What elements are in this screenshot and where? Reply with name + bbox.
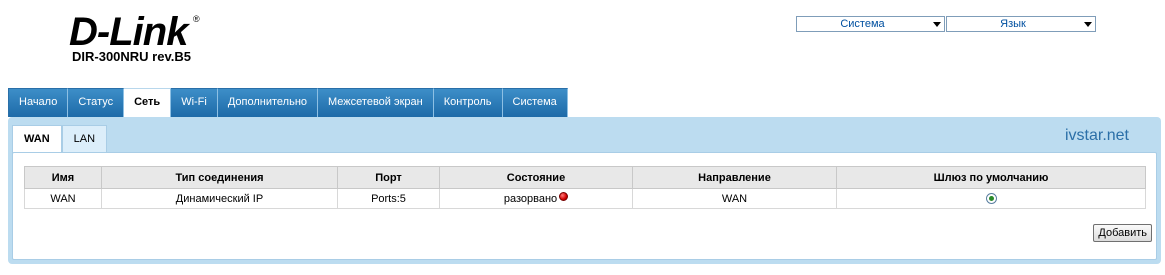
language-select[interactable]: Язык — [946, 16, 1096, 32]
site-watermark: ivstar.net — [1064, 127, 1129, 144]
system-select-value: Система — [840, 18, 885, 30]
table-header-row: Имя Тип соединения Порт Состояние Направ… — [24, 166, 1146, 189]
chevron-down-icon — [1084, 22, 1092, 27]
cell-direction: WAN — [632, 188, 837, 209]
cell-name: WAN — [24, 188, 102, 209]
state-text: разорвано — [503, 193, 558, 205]
default-gateway-radio[interactable] — [985, 193, 997, 205]
cell-type: Динамический IP — [101, 188, 338, 209]
cell-state: разорвано — [439, 188, 633, 209]
system-select[interactable]: Система — [796, 16, 945, 32]
tab-start[interactable]: Начало — [8, 88, 69, 117]
registered-mark: ® — [193, 14, 200, 24]
chevron-down-icon — [933, 22, 941, 27]
tab-advanced[interactable]: Дополнительно — [217, 88, 319, 117]
col-state: Состояние — [439, 166, 633, 189]
cell-port: Ports:5 — [337, 188, 440, 209]
add-button[interactable]: Добавить — [1093, 224, 1152, 242]
tab-status[interactable]: Статус — [68, 88, 125, 117]
tab-system[interactable]: Система — [502, 88, 568, 117]
subtab-wan[interactable]: WAN — [12, 125, 62, 153]
language-select-value: Язык — [1000, 18, 1026, 30]
subtab-lan[interactable]: LAN — [61, 125, 108, 152]
status-disconnected-icon — [559, 192, 569, 201]
col-default-gateway: Шлюз по умолчанию — [836, 166, 1146, 189]
table-row[interactable]: WAN Динамический IP Ports:5 разорвано WA… — [24, 188, 1146, 209]
col-port: Порт — [337, 166, 440, 189]
content-panel: WAN LAN ivstar.net Имя Тип соединения По… — [8, 117, 1161, 264]
connections-box: Имя Тип соединения Порт Состояние Направ… — [12, 152, 1157, 260]
main-nav: Начало Статус Сеть Wi-Fi Дополнительно М… — [8, 88, 568, 118]
logo-text: D-Link — [69, 10, 188, 54]
sub-nav: WAN LAN — [12, 125, 108, 153]
model-label: DIR-300NRU rev.B5 — [72, 49, 191, 64]
tab-wifi[interactable]: Wi-Fi — [171, 88, 218, 117]
col-direction: Направление — [632, 166, 837, 189]
dlink-logo: D-Link ® — [69, 10, 200, 54]
cell-default-gateway — [836, 188, 1146, 209]
tab-network[interactable]: Сеть — [124, 88, 172, 118]
col-name: Имя — [24, 166, 102, 189]
col-type: Тип соединения — [101, 166, 338, 189]
connections-table: Имя Тип соединения Порт Состояние Направ… — [24, 166, 1146, 209]
tab-firewall[interactable]: Межсетевой экран — [318, 88, 434, 117]
tab-control[interactable]: Контроль — [433, 88, 503, 117]
